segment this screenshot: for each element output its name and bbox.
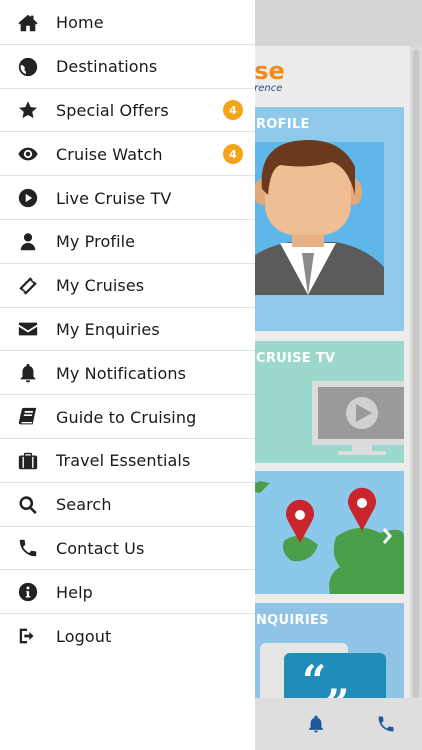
book-icon (17, 406, 39, 428)
count-badge: 4 (223, 100, 243, 121)
menu-label: My Enquiries (56, 319, 160, 339)
tile-my-profile[interactable]: ROFILE (240, 107, 404, 331)
ticket-icon (17, 275, 39, 297)
menu-label: Travel Essentials (56, 451, 191, 471)
map-illustration (240, 481, 404, 594)
tile-live-cruise-tv[interactable]: CRUISE TV (240, 341, 404, 463)
phone-icon[interactable] (376, 714, 396, 734)
menu-label: Cruise Watch (56, 144, 163, 164)
menu-item-contact-us[interactable]: Contact Us (0, 527, 255, 571)
quote-bubble-illustration: “„ (260, 643, 386, 700)
menu-label: Search (56, 495, 112, 515)
menu-label: Live Cruise TV (56, 188, 172, 208)
menu-item-logout[interactable]: Logout (0, 614, 255, 658)
menu-item-my-cruises[interactable]: My Cruises (0, 264, 255, 308)
profile-avatar-illustration (240, 140, 384, 295)
suitcase-icon (17, 450, 39, 472)
menu-label: Special Offers (56, 100, 169, 120)
search-icon (17, 494, 39, 516)
menu-item-cruise-watch[interactable]: Cruise Watch 4 (0, 132, 255, 176)
navigation-drawer: Home Destinations Special Offers 4 Cruis… (0, 0, 255, 750)
user-icon (17, 231, 39, 253)
menu-item-my-profile[interactable]: My Profile (0, 220, 255, 264)
menu-item-live-cruise-tv[interactable]: Live Cruise TV (0, 176, 255, 220)
play-icon (17, 187, 39, 209)
tile-my-enquiries[interactable]: NQUIRIES “„ (240, 603, 404, 700)
tile-destinations-map[interactable] (240, 471, 404, 594)
bell-icon[interactable] (306, 714, 326, 734)
star-icon (17, 99, 39, 121)
scrollbar[interactable] (413, 50, 419, 698)
envelope-icon (17, 318, 39, 340)
menu-item-my-notifications[interactable]: My Notifications (0, 351, 255, 395)
home-icon (17, 12, 39, 34)
menu-item-home[interactable]: Home (0, 1, 255, 45)
tv-illustration (312, 381, 404, 455)
bell-icon (17, 362, 39, 384)
menu-label: Help (56, 582, 93, 602)
globe-icon (17, 56, 39, 78)
menu-label: My Cruises (56, 276, 145, 296)
menu-item-special-offers[interactable]: Special Offers 4 (0, 89, 255, 133)
phone-icon (17, 537, 39, 559)
menu-label: My Notifications (56, 363, 187, 383)
menu-label: Logout (56, 626, 112, 646)
count-badge: 4 (223, 144, 243, 165)
menu-item-help[interactable]: Help (0, 570, 255, 614)
menu-item-my-enquiries[interactable]: My Enquiries (0, 308, 255, 352)
menu-label: Guide to Cruising (56, 407, 197, 427)
menu-item-guide-to-cruising[interactable]: Guide to Cruising (0, 395, 255, 439)
menu-label: My Profile (56, 232, 136, 252)
menu-label: Home (56, 13, 104, 33)
info-icon (17, 581, 39, 603)
menu-label: Destinations (56, 57, 158, 77)
logout-icon (17, 625, 39, 647)
menu-item-search[interactable]: Search (0, 483, 255, 527)
menu-item-travel-essentials[interactable]: Travel Essentials (0, 439, 255, 483)
svg-text:“„: “„ (302, 656, 350, 700)
eye-icon (17, 143, 39, 165)
menu-label: Contact Us (56, 538, 145, 558)
menu-item-destinations[interactable]: Destinations (0, 45, 255, 89)
